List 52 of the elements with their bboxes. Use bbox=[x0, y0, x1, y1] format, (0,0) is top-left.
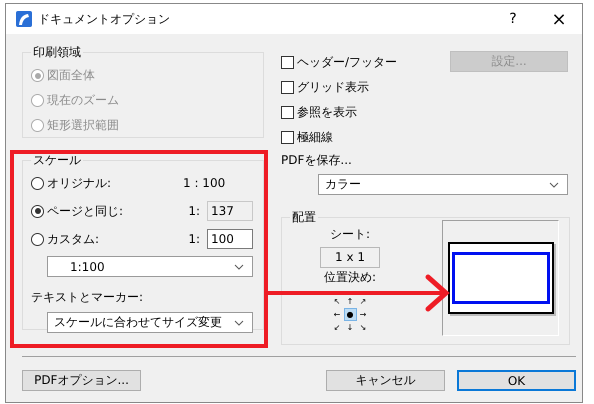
position-button[interactable]: ● bbox=[344, 308, 356, 321]
window-title: ドキュメントオプション bbox=[38, 10, 171, 28]
position-label: 位置決め: bbox=[324, 269, 376, 286]
position-button[interactable]: ↘ bbox=[356, 321, 370, 334]
position-button[interactable]: ↗ bbox=[356, 295, 370, 308]
scale-value: 1 : 100 bbox=[183, 176, 226, 190]
scale-field[interactable]: 137 bbox=[207, 201, 253, 221]
checkbox[interactable] bbox=[281, 81, 294, 94]
radio-label: オリジナル: bbox=[47, 174, 112, 192]
radio-label: 図面全体 bbox=[47, 67, 95, 84]
position-button[interactable]: ↙ bbox=[330, 321, 344, 334]
radio-button[interactable] bbox=[31, 204, 44, 218]
app-icon bbox=[16, 11, 32, 27]
position-button[interactable]: → bbox=[356, 308, 370, 321]
position-button[interactable]: ↖ bbox=[330, 295, 344, 308]
radio-label: 現在のズーム bbox=[47, 92, 119, 109]
checkbox[interactable] bbox=[281, 56, 294, 69]
ok-button[interactable]: OK bbox=[457, 370, 576, 391]
radio-label: カスタム: bbox=[47, 230, 100, 248]
pdf-options-button[interactable]: PDFオプション... bbox=[22, 370, 141, 391]
ratio-label: 1: bbox=[188, 204, 200, 218]
checkbox-label: 参照を表示 bbox=[297, 104, 357, 121]
radio-label: 矩形選択範囲 bbox=[47, 117, 119, 134]
save-pdf-label: PDFを保存... bbox=[281, 152, 353, 169]
checkbox[interactable] bbox=[281, 131, 294, 144]
scale-field[interactable]: 100 bbox=[207, 229, 253, 249]
field-label: テキストとマーカー: bbox=[31, 289, 144, 306]
sheet-label: シート: bbox=[330, 226, 370, 243]
group-title: 配置 bbox=[291, 209, 317, 226]
radio-button[interactable] bbox=[31, 232, 44, 246]
color-dropdown[interactable]: カラー bbox=[318, 174, 568, 195]
radio-button[interactable] bbox=[31, 176, 44, 190]
sheet-count-field: 1 x 1 bbox=[320, 247, 380, 268]
help-button[interactable]: ? bbox=[490, 11, 536, 27]
group-title: スケール bbox=[32, 152, 82, 169]
radio-label: ページと同じ: bbox=[47, 202, 124, 220]
chevron-down-icon bbox=[549, 182, 559, 188]
group-title: 印刷領域 bbox=[32, 44, 82, 61]
checkbox[interactable] bbox=[281, 106, 294, 119]
text-marker-dropdown[interactable]: スケールに合わせてサイズ変更 bbox=[47, 312, 253, 333]
close-button[interactable]: × bbox=[536, 8, 582, 30]
position-button[interactable]: ↓ bbox=[344, 321, 356, 334]
chevron-down-icon bbox=[234, 320, 244, 326]
cancel-button[interactable]: キャンセル bbox=[326, 370, 445, 391]
checkbox-label: グリッド表示 bbox=[297, 79, 369, 96]
position-button[interactable]: ← bbox=[330, 308, 344, 321]
checkbox-label: ヘッダー/フッター bbox=[297, 54, 398, 71]
checkbox-label: 極細線 bbox=[297, 129, 333, 146]
chevron-down-icon bbox=[234, 264, 244, 270]
scale-dropdown[interactable]: 1:100 bbox=[47, 256, 253, 277]
position-button[interactable]: ↑ bbox=[344, 295, 356, 308]
ratio-label: 1: bbox=[188, 232, 200, 246]
